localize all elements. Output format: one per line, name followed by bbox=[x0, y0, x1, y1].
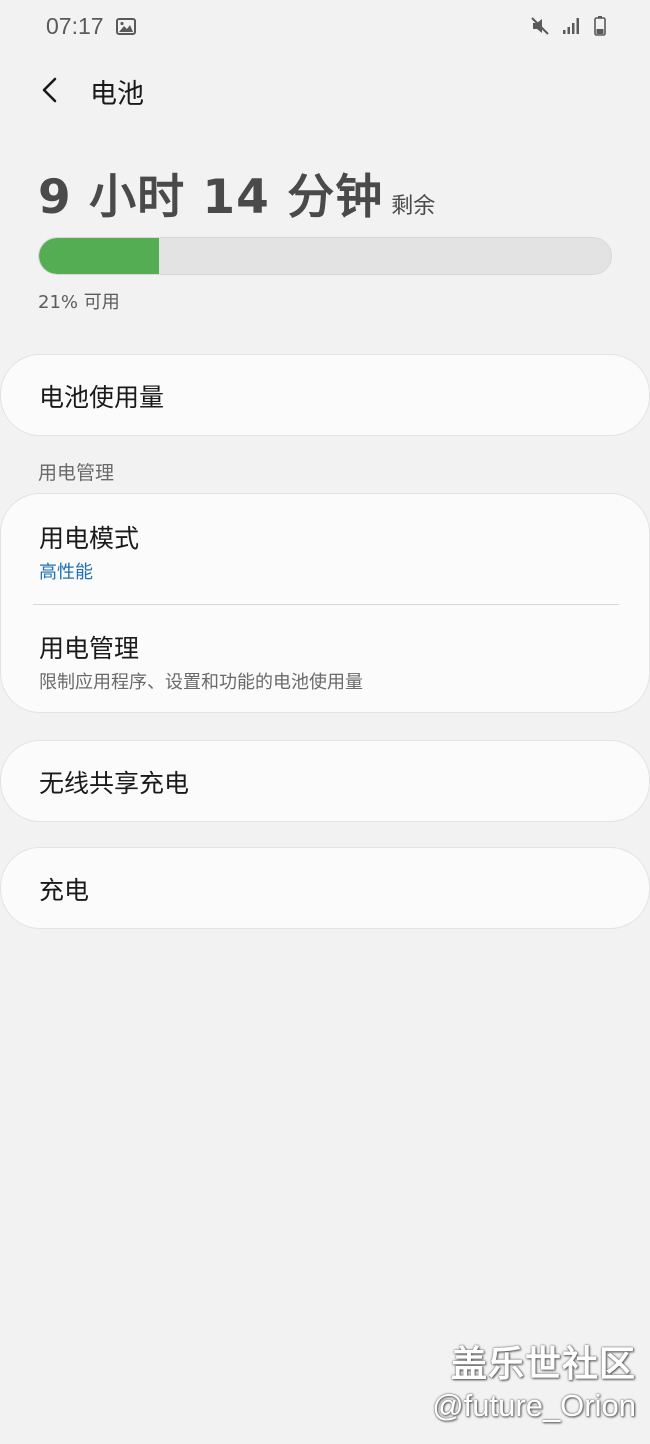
section-header-power-management: 用电管理 bbox=[38, 462, 115, 484]
watermark-handle: @future_Orion bbox=[432, 1388, 636, 1423]
power-mode-value: 高性能 bbox=[39, 562, 93, 583]
signal-icon bbox=[563, 18, 579, 34]
status-bar: 07:17 bbox=[0, 0, 650, 56]
power-management-card: 用电模式 高性能 用电管理 限制应用程序、设置和功能的电池使用量 bbox=[0, 493, 650, 713]
battery-usage-label: 电池使用量 bbox=[39, 383, 165, 412]
battery-level-bar bbox=[38, 237, 612, 275]
watermark-community: 盖乐世社区 bbox=[450, 1344, 636, 1385]
back-arrow-icon bbox=[42, 77, 57, 103]
wireless-power-share-label: 无线共享充电 bbox=[39, 769, 190, 798]
time-remaining-label: 剩余 bbox=[391, 194, 436, 219]
power-management-item[interactable]: 用电管理 限制应用程序、设置和功能的电池使用量 bbox=[1, 605, 650, 713]
charging-item[interactable]: 充电 bbox=[0, 847, 650, 929]
power-management-subtitle: 限制应用程序、设置和功能的电池使用量 bbox=[39, 672, 363, 693]
page-title: 电池 bbox=[90, 79, 144, 110]
time-remaining-value: 9 小时 14 分钟 bbox=[38, 170, 384, 225]
image-icon bbox=[116, 18, 136, 35]
battery-available-text: 21% 可用 bbox=[38, 292, 120, 313]
power-management-title: 用电管理 bbox=[39, 634, 140, 663]
charging-label: 充电 bbox=[39, 876, 90, 905]
battery-level-fill bbox=[39, 238, 160, 274]
status-time: 07:17 bbox=[46, 13, 104, 39]
status-icons bbox=[530, 16, 606, 36]
back-button[interactable] bbox=[30, 70, 70, 110]
power-mode-item[interactable]: 用电模式 高性能 bbox=[1, 494, 650, 604]
wireless-power-share-item[interactable]: 无线共享充电 bbox=[0, 740, 650, 822]
time-remaining: 9 小时 14 分钟 剩余 bbox=[38, 158, 435, 227]
power-mode-title: 用电模式 bbox=[39, 524, 140, 553]
battery-usage-item[interactable]: 电池使用量 bbox=[0, 354, 650, 436]
mute-icon bbox=[531, 17, 549, 35]
app-bar: 电池 bbox=[0, 60, 650, 120]
battery-icon bbox=[594, 16, 606, 36]
